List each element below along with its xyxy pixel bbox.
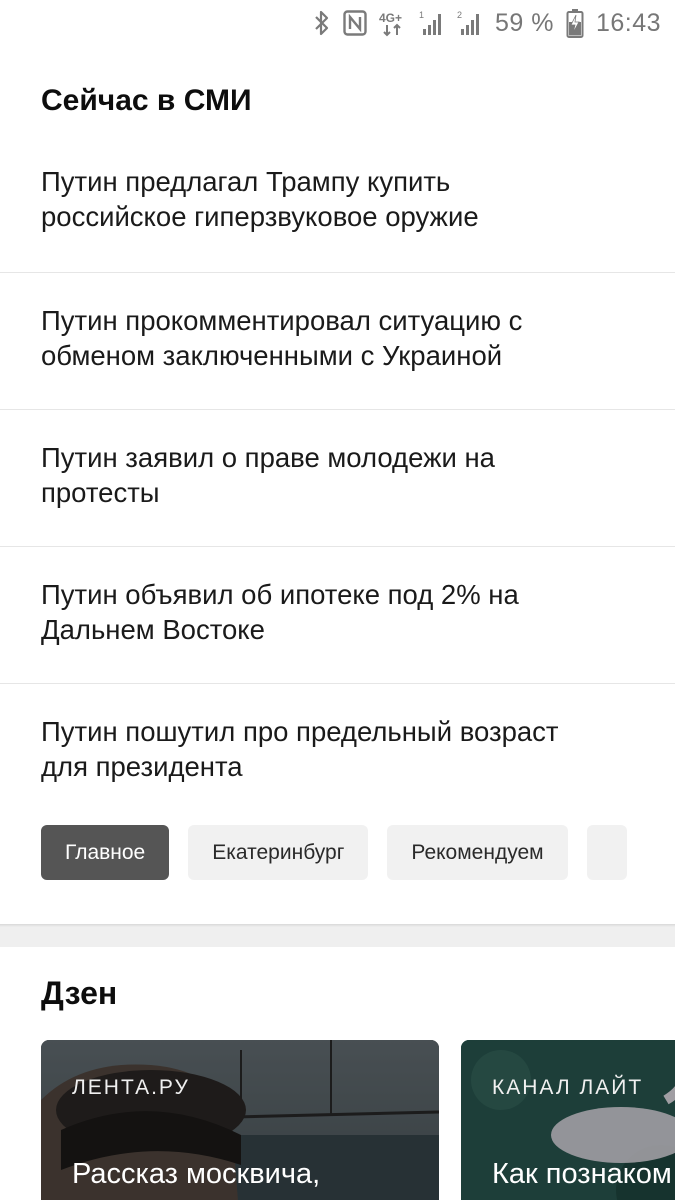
news-item[interactable]: Путин предлагал Трампу купить российское… (0, 136, 675, 273)
news-headline: Путин заявил о праве молодежи на протест… (41, 442, 495, 508)
battery-percent: 59 % (494, 8, 554, 37)
news-item[interactable]: Путин заявил о праве молодежи на протест… (0, 410, 675, 547)
zen-card-headline: Рассказ москвича, (72, 1158, 321, 1190)
news-card: Сейчас в СМИ Путин предлагал Трампу купи… (0, 46, 675, 926)
signal-sim2-icon: 2 (457, 9, 483, 37)
news-item[interactable]: Путин пошутил про предельный возраст для… (0, 684, 675, 821)
network-4g-icon: 4G+ (379, 9, 407, 37)
news-item[interactable]: Путин прокомментировал ситуацию с обмено… (0, 273, 675, 410)
chip-main[interactable]: Главное (41, 825, 170, 880)
zen-card[interactable]: КАНАЛ ЛАЙТ Как познаком (461, 1040, 675, 1200)
news-list: Путин предлагал Трампу купить российское… (0, 136, 675, 821)
zen-section: Дзен ЛЕНТА.РУ Рассказ москвича, КАНАЛ ЛА… (0, 947, 675, 1200)
svg-text:2: 2 (457, 10, 462, 20)
zen-card-headline: Как познаком (492, 1158, 672, 1190)
news-item[interactable]: Путин объявил об ипотеке под 2% на Дальн… (0, 547, 675, 684)
chip-ekaterinburg[interactable]: Екатеринбург (188, 825, 369, 880)
news-headline: Путин прокомментировал ситуацию с обмено… (41, 305, 523, 371)
battery-icon (566, 8, 584, 38)
section-separator (0, 927, 675, 947)
news-headline: Путин предлагал Трампу купить российское… (41, 166, 479, 232)
status-bar: 4G+ 1 2 59 % 16:43 (0, 0, 675, 46)
zen-card-source: ЛЕНТА.РУ (72, 1076, 190, 1099)
chip-recommended[interactable]: Рекомендуем (387, 825, 568, 880)
clock: 16:43 (595, 8, 661, 37)
zen-card[interactable]: ЛЕНТА.РУ Рассказ москвича, (41, 1040, 439, 1200)
status-icons: 4G+ 1 2 59 % 16:43 (313, 6, 661, 40)
bluetooth-icon (313, 9, 331, 37)
news-category-chips: Главное Екатеринбург Рекомендуем (41, 825, 627, 881)
zen-title: Дзен (41, 975, 118, 1011)
svg-text:1: 1 (419, 10, 424, 20)
news-headline: Путин объявил об ипотеке под 2% на Дальн… (41, 579, 519, 645)
news-headline: Путин пошутил про предельный возраст для… (41, 716, 559, 782)
chip-more[interactable] (586, 825, 627, 880)
zen-card-source: КАНАЛ ЛАЙТ (492, 1076, 644, 1099)
signal-sim1-icon: 1 (419, 9, 445, 37)
screen: 4G+ 1 2 59 % 16:43 Сейчас в СМИ Путин пр… (0, 0, 675, 1200)
nfc-icon (343, 10, 367, 36)
news-section-title: Сейчас в СМИ (41, 84, 252, 117)
svg-text:4G+: 4G+ (379, 11, 402, 25)
